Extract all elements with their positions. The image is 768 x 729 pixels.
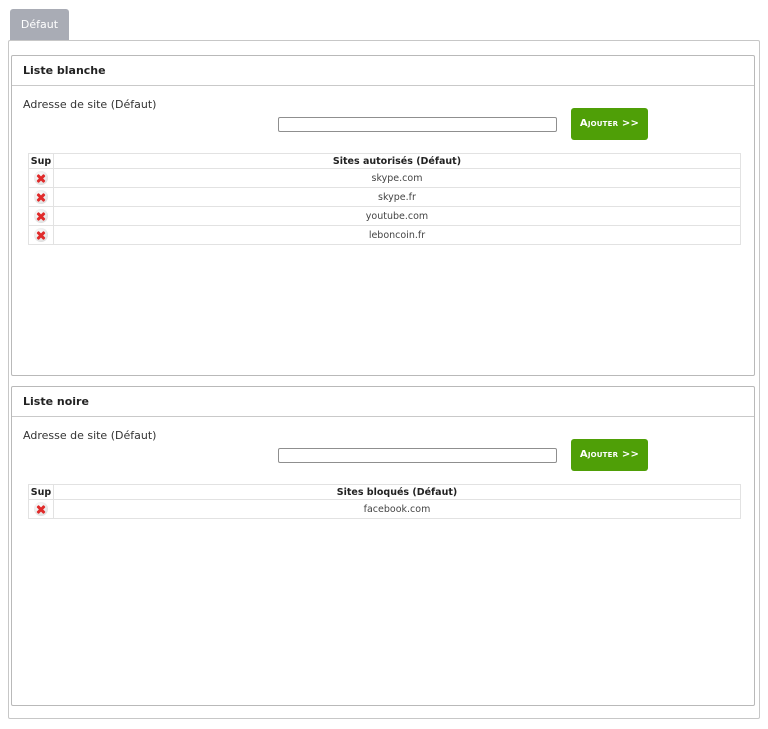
whitelist-panel: Liste blanche Adresse de site (Défaut) A… bbox=[11, 55, 755, 376]
site-cell: skype.com bbox=[53, 168, 741, 188]
column-header-sites: Sites autorisés (Défaut) bbox=[53, 153, 741, 169]
blacklist-address-label: Adresse de site (Défaut) bbox=[23, 429, 157, 442]
table-row: youtube.com bbox=[28, 206, 741, 226]
blacklist-table: Sup Sites bloqués (Défaut) facebook.com bbox=[28, 484, 741, 519]
delete-icon[interactable] bbox=[34, 502, 48, 516]
table-row: skype.com bbox=[28, 168, 741, 188]
tab-default[interactable]: Défaut bbox=[10, 9, 69, 40]
table-header-row: Sup Sites autorisés (Défaut) bbox=[28, 153, 741, 169]
blacklist-title: Liste noire bbox=[12, 387, 754, 417]
blacklist-add-button[interactable]: Ajouter >> bbox=[571, 439, 648, 471]
delete-icon[interactable] bbox=[34, 209, 48, 223]
table-header-row: Sup Sites bloqués (Défaut) bbox=[28, 484, 741, 500]
blacklist-add-button-label: Ajouter >> bbox=[579, 449, 640, 460]
delete-icon[interactable] bbox=[34, 228, 48, 242]
table-row: skype.fr bbox=[28, 187, 741, 207]
blacklist-panel: Liste noire Adresse de site (Défaut) Ajo… bbox=[11, 386, 755, 706]
site-cell: leboncoin.fr bbox=[53, 225, 741, 245]
delete-icon[interactable] bbox=[34, 190, 48, 204]
site-cell: youtube.com bbox=[53, 206, 741, 226]
table-row: leboncoin.fr bbox=[28, 225, 741, 245]
site-cell: facebook.com bbox=[53, 499, 741, 519]
whitelist-address-label: Adresse de site (Défaut) bbox=[23, 98, 157, 111]
blacklist-url-input[interactable] bbox=[278, 448, 557, 463]
column-header-sup: Sup bbox=[28, 484, 54, 500]
whitelist-table: Sup Sites autorisés (Défaut) skype.com s… bbox=[28, 153, 741, 245]
column-header-sites: Sites bloqués (Défaut) bbox=[53, 484, 741, 500]
whitelist-add-button-label: Ajouter >> bbox=[579, 118, 640, 129]
whitelist-title: Liste blanche bbox=[12, 56, 754, 86]
column-header-sup: Sup bbox=[28, 153, 54, 169]
delete-icon[interactable] bbox=[34, 171, 48, 185]
whitelist-url-input[interactable] bbox=[278, 117, 557, 132]
site-cell: skype.fr bbox=[53, 187, 741, 207]
whitelist-add-button[interactable]: Ajouter >> bbox=[571, 108, 648, 140]
table-row: facebook.com bbox=[28, 499, 741, 519]
